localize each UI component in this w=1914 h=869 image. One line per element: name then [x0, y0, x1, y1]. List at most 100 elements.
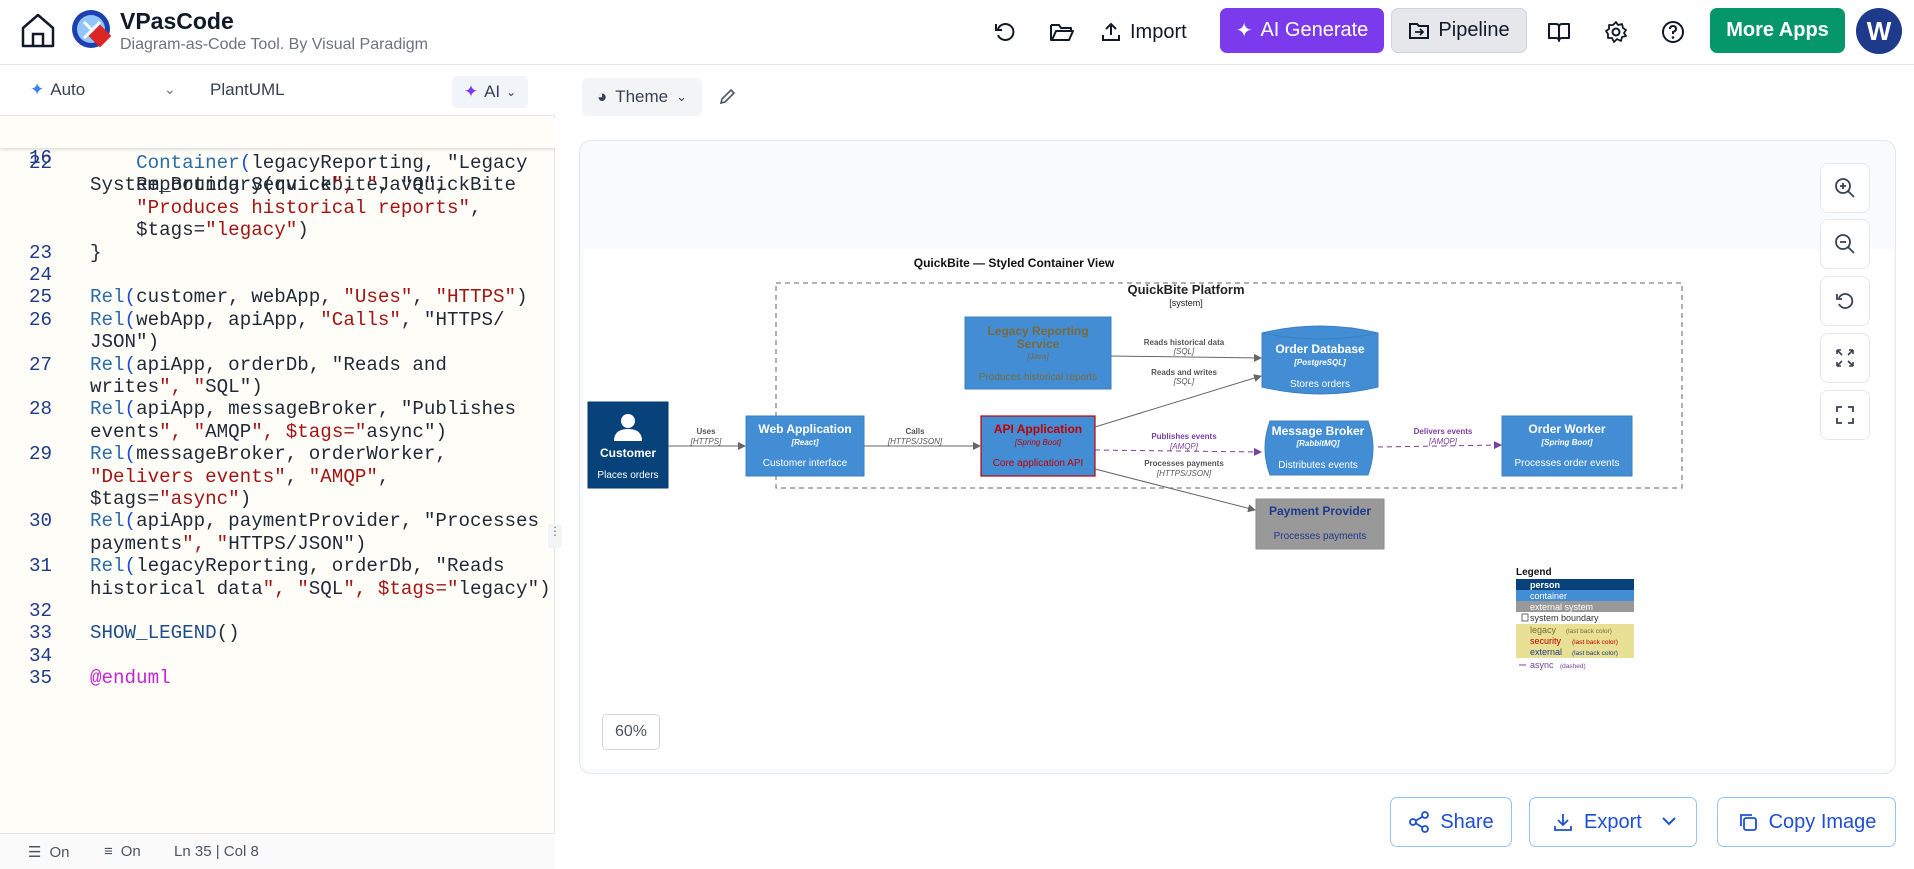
- theme-label: Theme: [615, 87, 669, 106]
- copy-icon: [1739, 814, 1757, 831]
- zoom-in-icon: [1835, 178, 1855, 198]
- diagram-canvas[interactable]: QuickBite — Styled Container View QuickB…: [579, 140, 1896, 774]
- web-app-name: Web Application: [758, 422, 851, 436]
- rel-reads-writes-tech: [SQL]: [1173, 377, 1195, 386]
- book-icon[interactable]: [1541, 14, 1577, 50]
- legend-async: async: [1530, 660, 1554, 670]
- ai-generate-button[interactable]: ✦ AI Generate: [1220, 8, 1384, 53]
- theme-button[interactable]: ◕ Theme ⌄: [582, 78, 702, 116]
- legend-legacy-note: (last back color): [1566, 628, 1612, 635]
- broker-desc: Distributes events: [1278, 460, 1357, 471]
- fullscreen-button[interactable]: [1820, 390, 1870, 440]
- code-text: $tags="legacy"): [90, 219, 309, 242]
- format-status: On: [120, 843, 141, 860]
- edit-pencil-icon[interactable]: [710, 78, 744, 116]
- zoom-level: 60%: [602, 714, 660, 750]
- chevron-down-icon: ⌄: [676, 89, 688, 104]
- legend-async-note: (dashed): [1560, 663, 1586, 670]
- open-folder-icon[interactable]: [1044, 14, 1080, 50]
- api-app-tech: [Spring Boot]: [1014, 438, 1062, 447]
- line-number: 28: [28, 398, 52, 421]
- reset-view-button[interactable]: [1820, 276, 1870, 326]
- customer-name: Customer: [600, 446, 656, 460]
- rel-delivers-label: Delivers events: [1414, 427, 1473, 436]
- ai-assist-button[interactable]: ✦ AI ⌄: [452, 76, 528, 108]
- ai-assist-label: AI: [484, 82, 501, 101]
- legend-legacy: legacy: [1530, 625, 1557, 635]
- sticky-scope-line: 16 System_Boundary(quickbite, "QuickBite: [0, 118, 555, 196]
- help-icon[interactable]: [1655, 14, 1691, 50]
- rel-reads-historical: [1110, 353, 1262, 362]
- rel-payments-tech: [HTTPS/JSON]: [1156, 469, 1212, 478]
- wrap-text-icon: ≡: [104, 843, 113, 860]
- legend-boundary-swatch: [1521, 613, 1529, 622]
- broker-name: Message Broker: [1272, 424, 1365, 438]
- rel-uses-tech: [HTTPS]: [690, 437, 722, 446]
- import-button[interactable]: Import: [1100, 10, 1200, 54]
- export-label: Export: [1584, 810, 1642, 833]
- settings-gear-icon[interactable]: [1598, 14, 1634, 50]
- legend-security: security: [1530, 636, 1562, 646]
- chevron-down-icon[interactable]: ⌄: [164, 81, 176, 98]
- legend: Legend person container external system …: [1516, 567, 1634, 670]
- import-label: Import: [1130, 20, 1187, 43]
- worker-desc: Processes order events: [1514, 458, 1619, 469]
- boundary-type: [system]: [1169, 298, 1203, 308]
- copy-image-button[interactable]: Copy Image: [1717, 797, 1896, 847]
- code-editor-pane: ✦ Auto ⌄ PlantUML ✦ AI ⌄ 16 System_Bound…: [0, 66, 562, 869]
- pipeline-button[interactable]: Pipeline: [1391, 8, 1527, 53]
- fullscreen-icon: [1836, 406, 1854, 424]
- rel-delivers-tech: [AMQP]: [1428, 437, 1458, 446]
- web-app-desc: Customer interface: [763, 458, 848, 469]
- rel-payments-label: Processes payments: [1144, 459, 1224, 468]
- order-db-name: Order Database: [1275, 342, 1365, 356]
- code-text: historical data", "SQL", $tags="legacy"): [90, 577, 551, 600]
- c4-container-diagram: QuickBite — Styled Container View QuickB…: [587, 256, 1683, 670]
- rel-reads-writes-label: Reads and writes: [1151, 368, 1217, 377]
- user-avatar[interactable]: W: [1856, 8, 1902, 54]
- code-area[interactable]: 16 System_Boundary(quickbite, "QuickBite…: [0, 118, 555, 818]
- order-db-desc: Stores orders: [1290, 379, 1350, 390]
- mode-selector[interactable]: ✦ Auto: [30, 80, 85, 100]
- code-text: }: [90, 241, 102, 264]
- rel-calls-tech: [HTTPS/JSON]: [887, 437, 943, 446]
- app-logo: [70, 8, 112, 50]
- palette-icon: ◕: [596, 87, 608, 106]
- legend-security-note: (last back color): [1572, 639, 1618, 646]
- line-number: 30: [28, 510, 52, 533]
- legend-external-note: (last back color): [1572, 650, 1618, 657]
- word-wrap-toggle[interactable]: ☰ On: [28, 843, 69, 862]
- share-button[interactable]: Share: [1390, 797, 1512, 847]
- code-text: SHOW_LEGEND(): [90, 622, 240, 645]
- legend-person: person: [1530, 580, 1560, 590]
- broker-tech: [RabbitMQ]: [1295, 439, 1339, 448]
- rel-calls-label: Calls: [905, 427, 925, 436]
- order-db-tech: [PostgreSQL]: [1293, 358, 1346, 367]
- chevron-down-icon[interactable]: [1660, 812, 1678, 836]
- more-apps-button[interactable]: More Apps: [1710, 8, 1845, 53]
- home-icon[interactable]: [18, 10, 58, 50]
- api-app-desc: Core application API: [993, 458, 1084, 469]
- undo-icon[interactable]: [987, 14, 1023, 50]
- person-icon: [621, 414, 635, 428]
- chevron-down-icon: ⌄: [506, 85, 517, 99]
- legacy-desc: Produces historical reports: [979, 372, 1097, 383]
- share-icon: [1409, 811, 1430, 833]
- line-number: 35: [28, 667, 52, 690]
- fit-to-screen-button[interactable]: [1820, 333, 1870, 383]
- format-toggle[interactable]: ≡ On: [104, 843, 141, 860]
- language-label[interactable]: PlantUML: [210, 80, 285, 100]
- zoom-in-button[interactable]: [1820, 163, 1870, 213]
- list-icon: ☰: [28, 844, 42, 861]
- export-button[interactable]: Export: [1529, 797, 1697, 847]
- mode-label: Auto: [50, 80, 86, 99]
- pane-resize-handle[interactable]: ⋮: [548, 524, 562, 548]
- zoom-out-icon: [1835, 234, 1855, 254]
- legend-boundary: system boundary: [1530, 613, 1599, 623]
- diagram-title: QuickBite — Styled Container View: [914, 256, 1115, 270]
- worker-tech: [Spring Boot]: [1540, 438, 1592, 447]
- pipeline-folder-icon: [1409, 22, 1430, 39]
- zoom-out-button[interactable]: [1820, 219, 1870, 269]
- app-header: VPasCode Diagram-as-Code Tool. By Visual…: [0, 0, 1914, 65]
- rel-publishes-label: Publishes events: [1151, 432, 1217, 441]
